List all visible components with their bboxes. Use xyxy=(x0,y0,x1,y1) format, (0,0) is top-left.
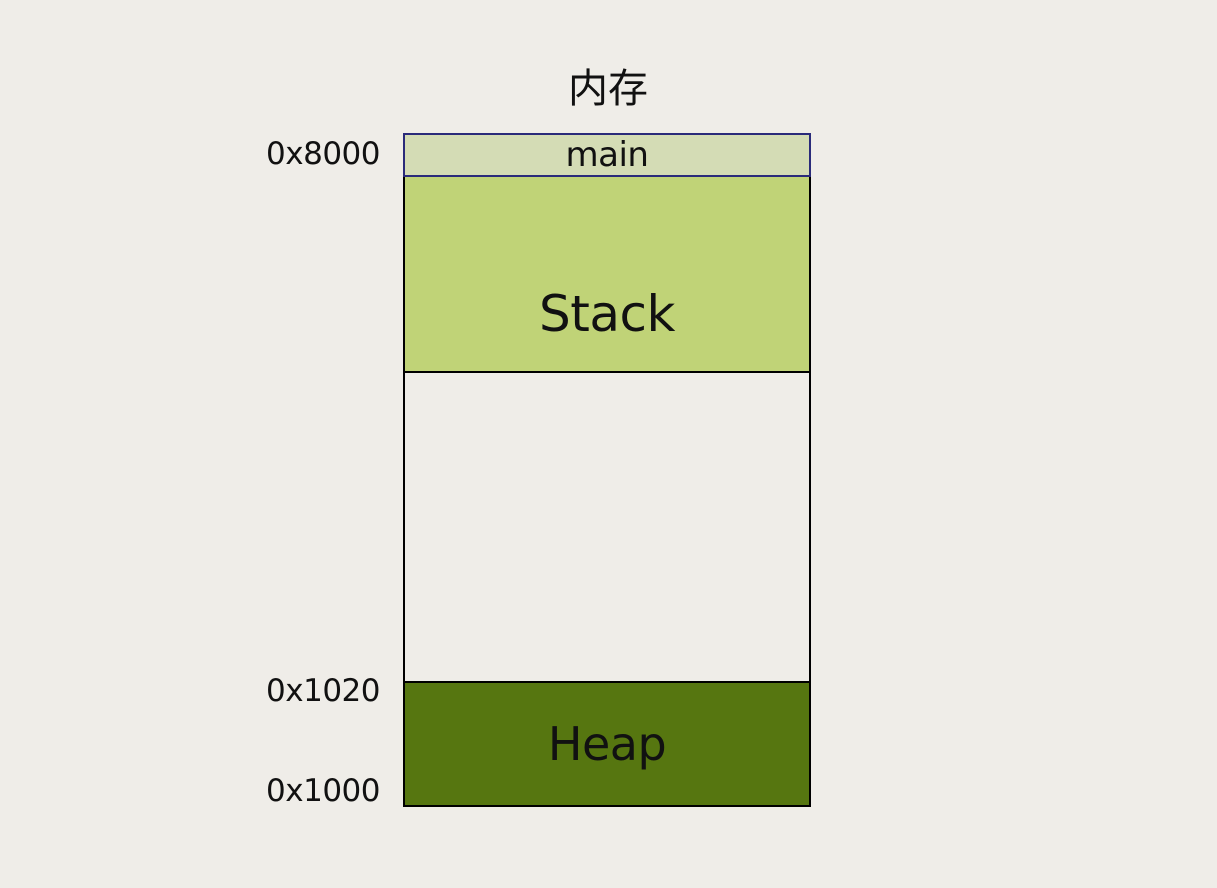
heap-label: Heap xyxy=(547,717,667,771)
stack-segment: Stack xyxy=(403,175,811,373)
main-frame-segment: main xyxy=(403,133,811,177)
stack-label: Stack xyxy=(539,285,675,343)
address-label-bottom: 0x1000 xyxy=(266,773,380,809)
heap-segment: Heap xyxy=(403,681,811,807)
address-label-top: 0x8000 xyxy=(266,136,380,172)
main-label: main xyxy=(565,135,649,175)
address-label-heap-top: 0x1020 xyxy=(266,673,380,709)
diagram-title: 内存 xyxy=(568,66,648,112)
